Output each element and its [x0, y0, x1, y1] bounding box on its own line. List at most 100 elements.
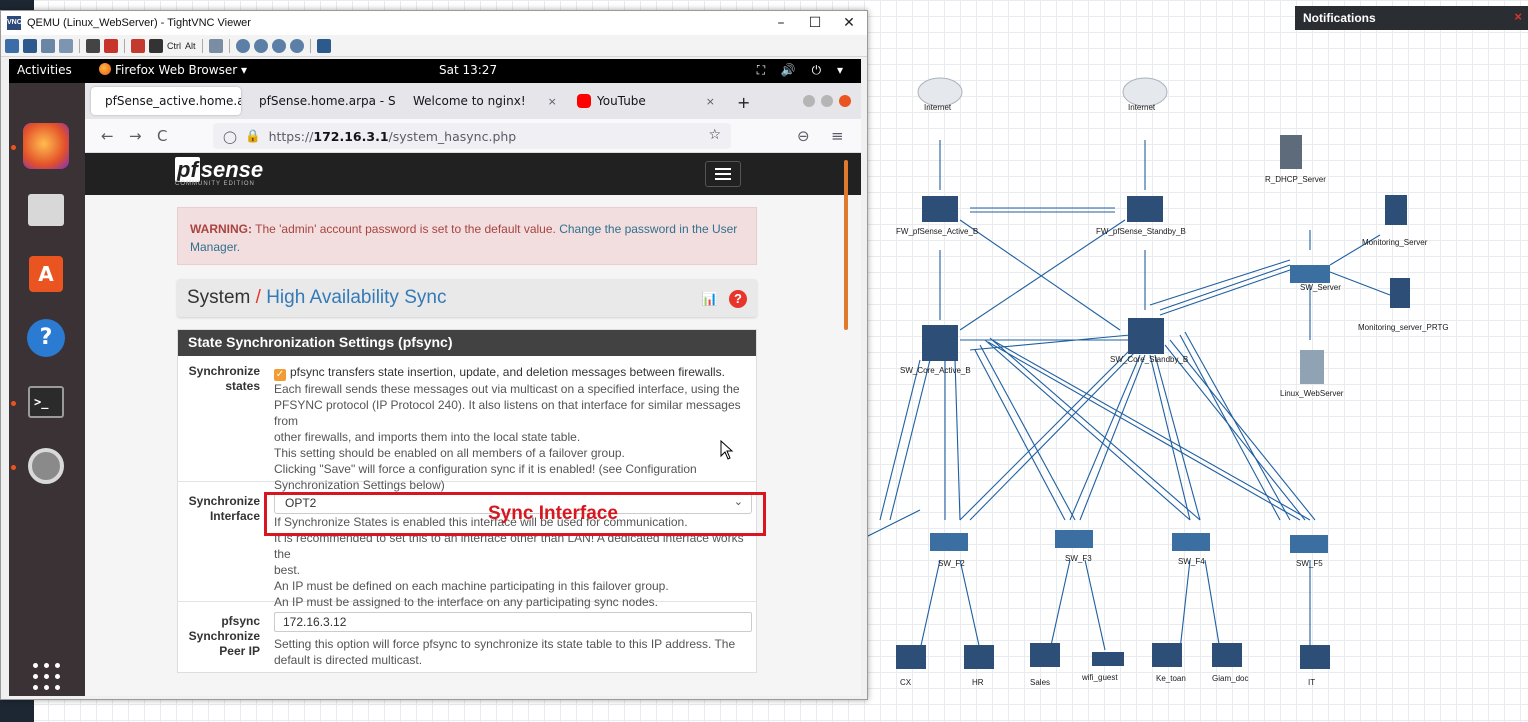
sync-states-checkbox[interactable]: ✓ — [274, 369, 286, 381]
switch-icon[interactable]: SW_Server — [1290, 265, 1341, 292]
clock[interactable]: Sat 13:27 — [439, 63, 497, 77]
pc-icon[interactable]: Sales — [1030, 643, 1060, 687]
tab-pfsense-standby[interactable]: pfSense.home.arpa - S× — [245, 87, 400, 115]
switch-icon[interactable]: SW_F5 — [1290, 535, 1328, 568]
vnc-titlebar[interactable]: VNC QEMU (Linux_WebServer) - TightVNC Vi… — [1, 11, 867, 35]
settings-icon[interactable] — [23, 443, 69, 489]
help-icon[interactable]: ? — [729, 290, 747, 308]
pfsense-header: pf sense COMMUNITY EDITION — [85, 153, 861, 195]
maximize-button[interactable]: ☐ — [801, 14, 829, 32]
svg-text:CX: CX — [900, 678, 912, 687]
notifications-close-icon[interactable]: × — [1514, 9, 1522, 24]
firefox-window[interactable]: pfSense_active.home.a× pfSense.home.arpa… — [85, 83, 861, 696]
svg-text:R_DHCP_Server: R_DHCP_Server — [1265, 175, 1326, 184]
app-menu[interactable]: Firefox Web Browser ▾ — [99, 63, 247, 77]
back-button[interactable]: ← — [101, 127, 114, 145]
win-key-icon[interactable] — [149, 38, 163, 53]
hamburger-menu-icon[interactable] — [705, 161, 741, 187]
topology-diagram[interactable]: Internet Internet FW_pfSense_Active_B FW… — [860, 40, 1528, 700]
url-bar[interactable]: ◯ 🔒 https://172.16.3.1/system_hasync.php… — [213, 123, 731, 149]
server-icon[interactable]: R_DHCP_Server — [1265, 135, 1326, 184]
show-applications-icon[interactable] — [33, 663, 61, 691]
close-button[interactable] — [839, 95, 851, 107]
url-text[interactable]: https://172.16.3.1/system_hasync.php — [269, 129, 517, 144]
clipboard-icon[interactable] — [208, 38, 223, 53]
server-icon[interactable]: Monitoring_Server — [1362, 195, 1428, 247]
menu-icon[interactable]: ≡ — [831, 127, 844, 145]
ctrl-alt-del-icon[interactable] — [131, 38, 145, 53]
pause-icon[interactable] — [86, 38, 100, 53]
tab-close-icon[interactable]: × — [706, 95, 715, 108]
info-icon[interactable] — [59, 38, 73, 53]
server-icon[interactable]: Monitoring_server_PRTG — [1358, 278, 1449, 332]
remote-screen[interactable]: Activities Firefox Web Browser ▾ Sat 13:… — [9, 59, 861, 696]
system-tray[interactable]: ⛶ 🔊 ⏻ ▾ — [757, 63, 849, 78]
sync-states-row: Synchronize states ✓ pfsync transfers sta… — [178, 356, 756, 492]
zoom-out-icon[interactable] — [253, 38, 268, 53]
maximize-button[interactable] — [821, 95, 833, 107]
firewall-icon[interactable]: FW_pfSense_Standby_B — [1096, 196, 1186, 236]
chart-icon[interactable]: 📊 — [702, 292, 718, 307]
activities-button[interactable]: Activities — [17, 63, 72, 77]
switch-icon[interactable]: SW_F3 — [1055, 530, 1093, 563]
page-scrollbar[interactable] — [844, 160, 848, 330]
default-password-warning: WARNING: The 'admin' account password is… — [177, 207, 757, 265]
refresh-icon[interactable] — [104, 38, 118, 53]
software-center-icon[interactable]: A — [23, 251, 69, 297]
reload-button[interactable]: C — [157, 127, 167, 145]
pc-icon[interactable]: HR — [964, 645, 994, 687]
zoom-in-icon[interactable] — [235, 38, 250, 53]
tab-youtube[interactable]: YouTube × — [569, 87, 729, 115]
zoom-100-icon[interactable] — [271, 38, 286, 53]
pc-icon[interactable]: Ke_toan — [1152, 643, 1186, 683]
pc-icon[interactable]: Giam_doc — [1212, 643, 1248, 683]
options-icon[interactable] — [41, 38, 55, 53]
pc-icon[interactable]: IT — [1300, 645, 1330, 687]
files-icon[interactable] — [23, 187, 69, 233]
internet-cloud-icon[interactable]: Internet — [1122, 77, 1168, 112]
core-switch-icon[interactable]: SW_Core_Active_B — [900, 325, 971, 375]
save-icon[interactable] — [23, 38, 37, 53]
toolbar-separator — [124, 38, 125, 53]
tracking-shield-icon[interactable]: ◯ — [223, 129, 237, 144]
svg-text:Internet: Internet — [1128, 103, 1156, 112]
terminal-icon[interactable]: >_ — [23, 379, 69, 425]
vnc-viewer-window[interactable]: VNC QEMU (Linux_WebServer) - TightVNC Vi… — [0, 10, 868, 700]
svg-text:SW_F3: SW_F3 — [1065, 554, 1092, 563]
page-content[interactable]: pf sense COMMUNITY EDITION WARNING: The '… — [85, 153, 861, 696]
pc-icon[interactable]: CX — [896, 645, 926, 687]
svg-text:SW_F5: SW_F5 — [1296, 559, 1323, 568]
switch-icon[interactable]: SW_F2 — [930, 533, 968, 568]
new-tab-button[interactable]: + — [737, 93, 750, 112]
help-line: default is directed multicast. — [274, 653, 423, 667]
page-title[interactable]: High Availability Sync — [266, 287, 446, 308]
pfsense-logo[interactable]: pf sense — [175, 157, 263, 183]
internet-cloud-icon[interactable]: Internet — [917, 77, 963, 112]
fullscreen-icon[interactable] — [316, 38, 331, 53]
forward-button[interactable]: → — [129, 127, 142, 145]
firewall-icon[interactable]: FW_pfSense_Active_B — [896, 196, 978, 236]
help-icon[interactable]: ? — [23, 315, 69, 361]
peer-ip-input[interactable]: 172.16.3.12 — [274, 612, 752, 632]
zoom-fit-icon[interactable] — [289, 38, 304, 53]
lock-icon[interactable]: 🔒 — [245, 128, 261, 144]
tab-nginx[interactable]: Welcome to nginx! × — [405, 87, 565, 115]
tab-close-icon[interactable]: × — [548, 95, 557, 108]
server-icon[interactable]: Linux_WebServer — [1280, 350, 1344, 398]
breadcrumb-system[interactable]: System — [187, 287, 250, 308]
close-button[interactable]: ✕ — [835, 14, 863, 32]
switch-icon[interactable]: SW_F4 — [1172, 533, 1210, 566]
core-switch-icon[interactable]: SW_Core_Standby_B — [1110, 318, 1188, 364]
minimize-button[interactable] — [803, 95, 815, 107]
pocket-icon[interactable]: ⊖ — [797, 127, 810, 145]
tab-pfsense-active[interactable]: pfSense_active.home.a× — [91, 87, 241, 115]
alt-key-button[interactable]: Alt — [185, 41, 196, 51]
bookmark-star-icon[interactable]: ☆ — [708, 127, 721, 143]
minimize-button[interactable]: – — [767, 14, 795, 32]
ctrl-key-button[interactable]: Ctrl — [167, 41, 181, 51]
running-indicator — [11, 401, 16, 406]
firefox-icon[interactable] — [23, 123, 69, 169]
wifi-router-icon[interactable]: wifi_guest — [1081, 652, 1124, 682]
tab-label: Welcome to nginx! — [413, 94, 526, 108]
new-connection-icon[interactable] — [5, 38, 19, 53]
